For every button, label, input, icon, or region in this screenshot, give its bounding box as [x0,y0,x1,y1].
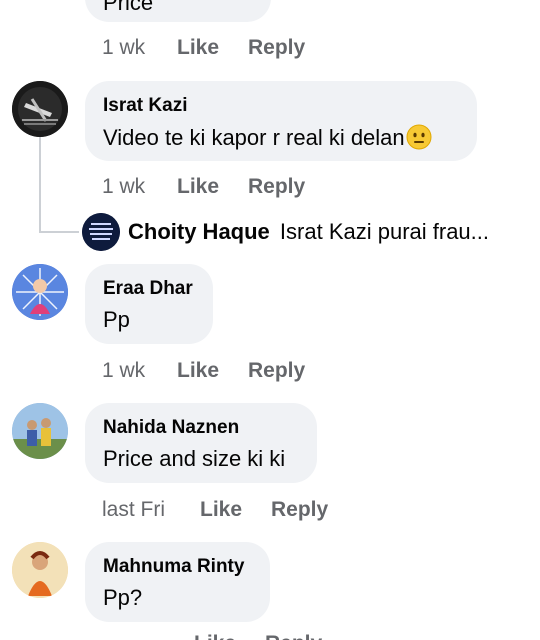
like-button[interactable]: Like [177,359,219,383]
comment-text: Video te ki kapor r real ki delan [103,124,432,151]
like-button[interactable]: Like [177,36,219,60]
thread-connector-elbow [39,231,79,233]
comment-bubble: Mahnuma Rinty Pp? [85,542,270,622]
comment-timestamp[interactable]: 1 wk [102,175,145,199]
reply-text: Israt Kazi purai frau... [279,219,490,244]
reply-avatar[interactable] [82,213,120,251]
comment-timestamp[interactable]: 1 wk [102,36,145,60]
avatar[interactable] [12,542,68,598]
reply-author[interactable]: Choity Haque [128,219,270,244]
comment-bubble: Price [85,0,271,22]
comment-author[interactable]: Israt Kazi [103,95,187,117]
thread-connector [39,136,41,232]
comment-text: Pp [103,307,130,332]
comment-text: Price [103,0,154,15]
avatar-image-icon [12,81,68,137]
avatar-image-icon [12,403,68,459]
avatar[interactable] [12,81,68,137]
avatar[interactable] [12,403,68,459]
reply-button[interactable]: Reply [265,632,322,640]
reply-button[interactable]: Reply [248,36,305,60]
avatar-image-icon [82,213,120,251]
like-button[interactable]: Like [200,498,242,522]
avatar[interactable] [12,264,68,320]
comment-bubble: Nahida Naznen Price and size ki ki [85,403,317,483]
comment-author[interactable]: Nahida Naznen [103,417,239,439]
comments-feed: Price 1 wk Like Reply Israt Kazi Video t… [0,0,540,640]
comment-timestamp[interactable]: last Fri [102,498,165,522]
avatar-image-icon [12,542,68,598]
comment-bubble: Eraa Dhar Pp [85,264,213,344]
reply-button[interactable]: Reply [271,498,328,522]
comment-bubble: Israt Kazi Video te ki kapor r real ki d… [85,81,477,161]
like-button[interactable]: Like [194,632,236,640]
neutral-face-icon [406,124,432,150]
comment-timestamp[interactable]: 1 wk [102,359,145,383]
comment-text-content: Video te ki kapor r real ki delan [103,125,405,150]
comment-text: Pp? [103,585,143,610]
comment-author[interactable]: Eraa Dhar [103,278,193,300]
avatar-image-icon [12,264,68,320]
like-button[interactable]: Like [177,175,219,199]
reply-preview[interactable]: Choity Haque Israt Kazi purai frau... [128,219,489,245]
comment-text: Price and size ki ki [103,446,286,471]
comment-author[interactable]: Mahnuma Rinty [103,556,244,578]
reply-button[interactable]: Reply [248,175,305,199]
reply-button[interactable]: Reply [248,359,305,383]
